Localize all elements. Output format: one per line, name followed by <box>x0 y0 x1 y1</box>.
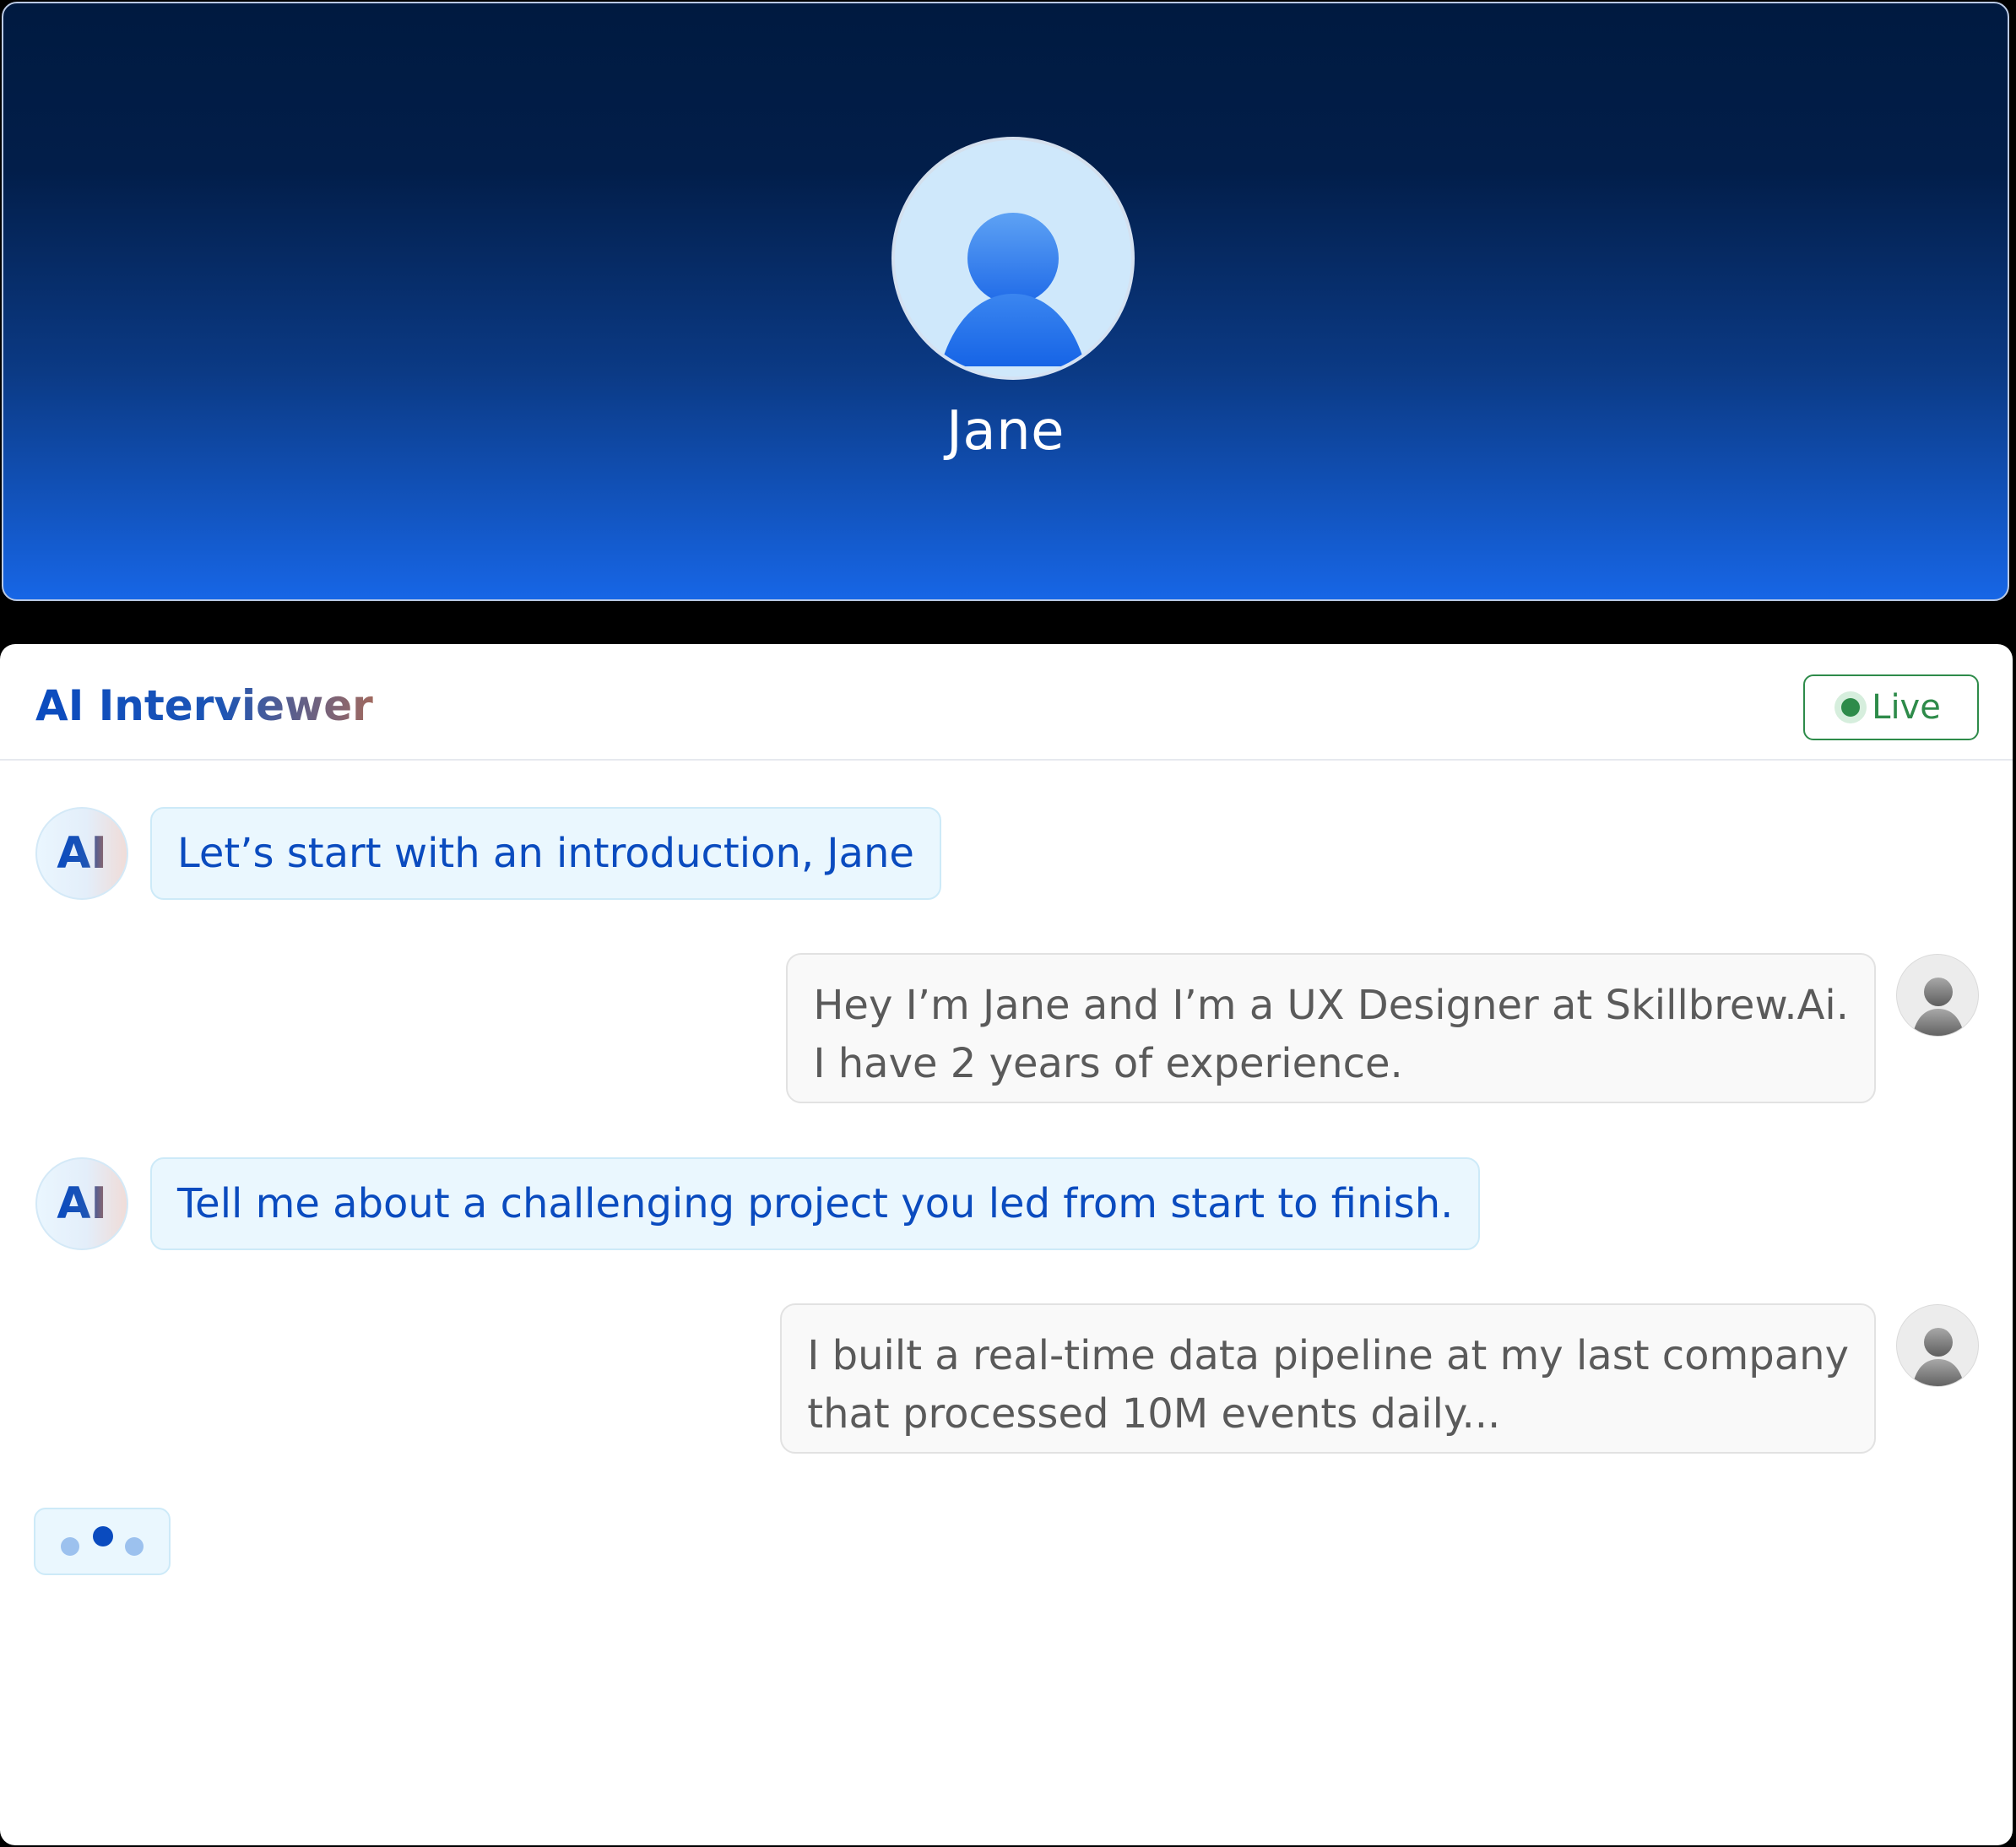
user-avatar-icon <box>1896 954 1979 1037</box>
user-message-bubble: Hey I’m Jane and I’m a UX Designer at Sk… <box>786 953 1876 1103</box>
message-text: Tell me about a challenging project you … <box>177 1180 1454 1227</box>
chat-title: AI Interviewer <box>35 681 373 730</box>
typing-dots-icon <box>34 1508 171 1575</box>
live-status-badge: Live <box>1803 674 1979 740</box>
participant-avatar-icon <box>895 140 1131 376</box>
ai-message-bubble: Tell me about a challenging project you … <box>150 1157 1481 1250</box>
participant-name: Jane <box>946 400 1065 463</box>
typing-dot <box>61 1537 79 1556</box>
message-text-line: I have 2 years of experience. <box>813 1040 1403 1087</box>
typing-dot <box>93 1526 113 1546</box>
user-avatar-icon <box>1896 1304 1979 1387</box>
ai-message-bubble: Let’s start with an introduction, Jane <box>150 807 941 900</box>
message-text-line: that processed 10M events daily... <box>807 1390 1501 1438</box>
message-text-line: I built a real-time data pipeline at my … <box>807 1332 1849 1379</box>
chat-panel: AI Interviewer Live AI Let’s start with … <box>0 644 2013 1845</box>
typing-dot <box>125 1537 144 1556</box>
live-dot-icon <box>1841 698 1861 717</box>
video-panel: Jane <box>2 2 2009 601</box>
message-text-line: Hey I’m Jane and I’m a UX Designer at Sk… <box>813 982 1849 1029</box>
user-message-bubble: I built a real-time data pipeline at my … <box>780 1303 1876 1454</box>
message-text: Let’s start with an introduction, Jane <box>177 830 914 877</box>
ai-avatar-icon: AI <box>35 807 128 900</box>
ai-avatar-icon: AI <box>35 1157 128 1250</box>
live-status-label: Live <box>1872 688 1941 727</box>
chat-header: AI Interviewer Live <box>0 644 2013 761</box>
